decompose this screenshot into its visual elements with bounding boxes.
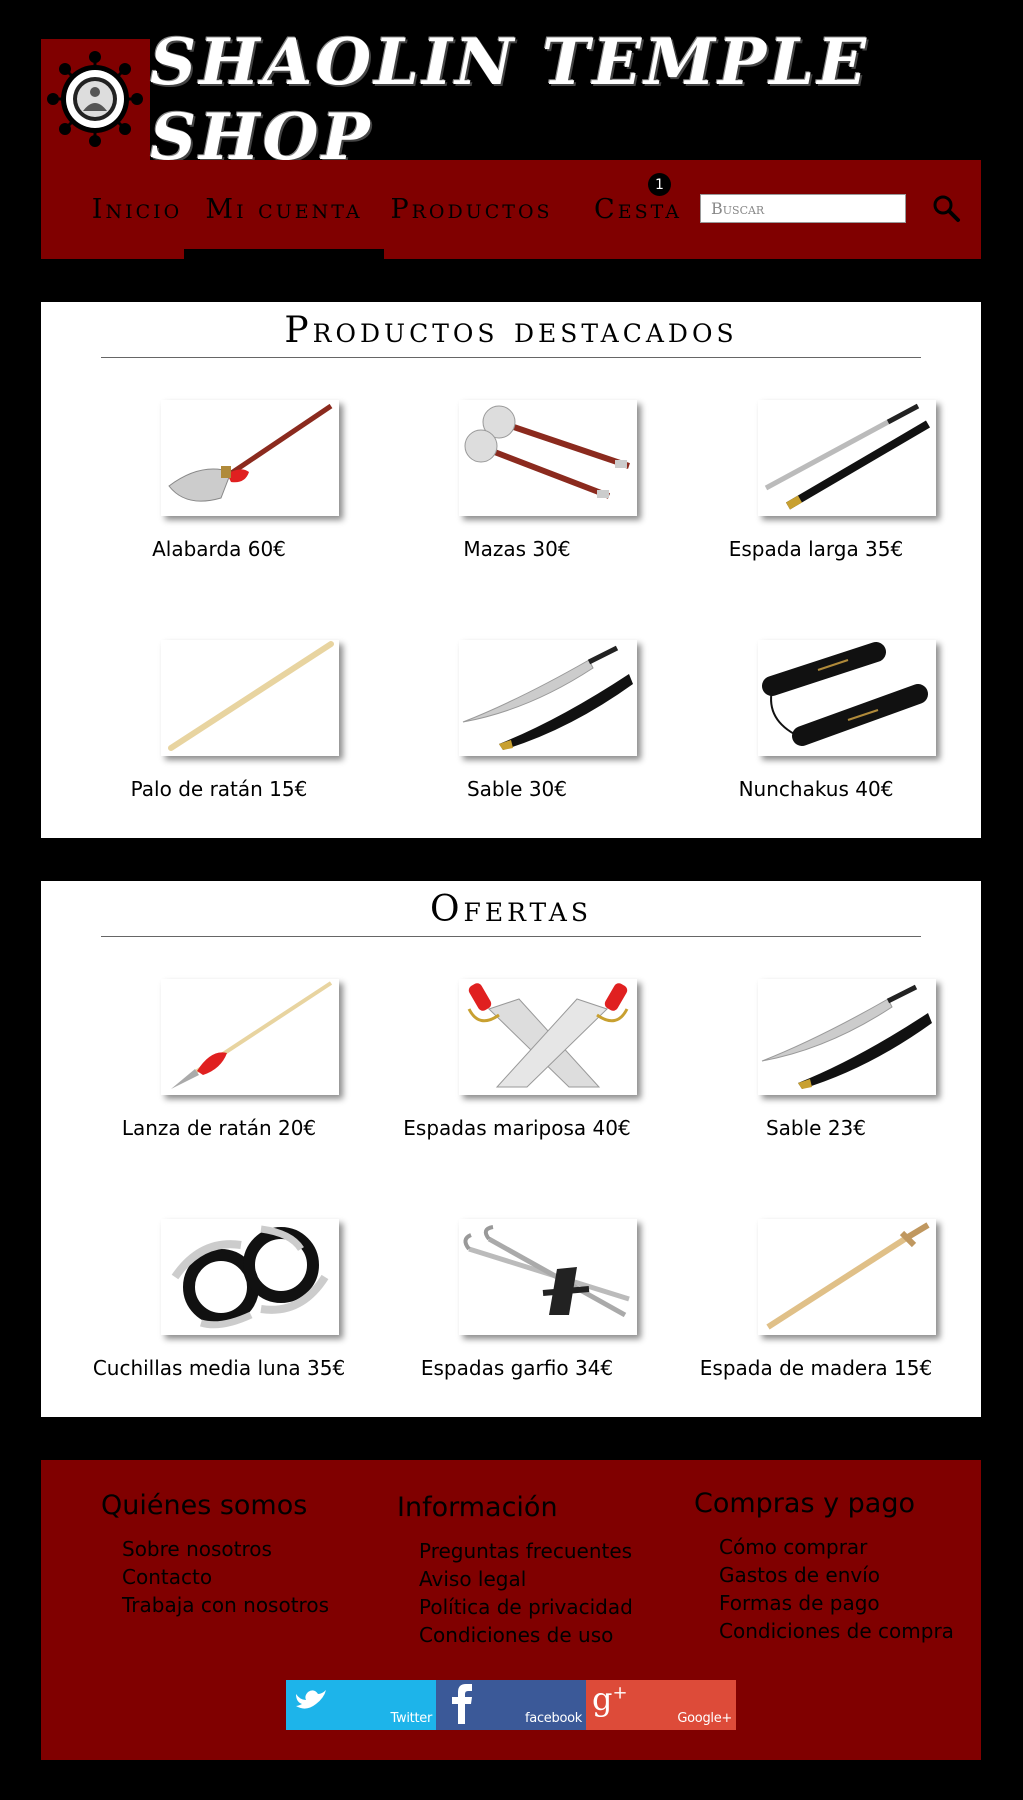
footer-heading: Compras y pago <box>694 1488 916 1519</box>
nav-item-label: Cesta <box>594 194 682 225</box>
nav-item-mi-cuenta[interactable]: Mi cuenta <box>184 160 384 259</box>
sabre-image <box>758 979 936 1095</box>
twitter-button[interactable]: Twitter <box>286 1680 436 1730</box>
footer: Quiénes somos Sobre nosotros Contacto Tr… <box>41 1460 981 1760</box>
product-card[interactable]: Espadas mariposa 40€ <box>377 979 657 1149</box>
site-title: Shaolin Temple Shop <box>150 24 869 175</box>
section-title: Ofertas <box>101 881 921 937</box>
google-plus-icon: g+ <box>592 1680 628 1718</box>
rattan-stick-image <box>161 640 339 756</box>
social-links: Twitter facebook g+ Google+ <box>286 1680 736 1730</box>
cart-count-badge: 1 <box>648 173 671 196</box>
nunchaku-image <box>758 640 936 756</box>
product-caption: Cuchillas media luna 35€ <box>92 1356 346 1380</box>
footer-link[interactable]: Formas de pago <box>719 1589 954 1617</box>
footer-link[interactable]: Preguntas frecuentes <box>419 1537 633 1565</box>
product-caption: Espadas mariposa 40€ <box>403 1116 631 1140</box>
nav-item-cesta[interactable]: Cesta <box>563 160 713 259</box>
main-nav: Inicio Mi cuenta Productos Cesta 1 <box>41 160 981 259</box>
search-icon <box>933 195 960 222</box>
footer-link[interactable]: Aviso legal <box>419 1565 633 1593</box>
social-label: facebook <box>525 1711 582 1726</box>
social-label: Google+ <box>677 1711 732 1726</box>
product-caption: Espada larga 35€ <box>728 537 904 561</box>
product-card[interactable]: Cuchillas media luna 35€ <box>79 1219 359 1389</box>
product-caption: Espadas garfio 34€ <box>420 1356 614 1380</box>
nav-item-label: Mi cuenta <box>205 194 363 225</box>
footer-link[interactable]: Política de privacidad <box>419 1593 633 1621</box>
google-plus-button[interactable]: g+ Google+ <box>586 1680 736 1730</box>
footer-column-info: Información Preguntas frecuentes Aviso l… <box>397 1492 633 1649</box>
facebook-button[interactable]: facebook <box>436 1680 586 1730</box>
footer-link[interactable]: Sobre nosotros <box>122 1535 329 1563</box>
section-title: Productos destacados <box>101 302 921 358</box>
maces-image <box>459 400 637 516</box>
nav-item-label: Inicio <box>91 194 183 225</box>
product-card[interactable]: Palo de ratán 15€ <box>79 640 359 810</box>
product-caption: Mazas 30€ <box>463 537 571 561</box>
product-caption: Alabarda 60€ <box>152 537 286 561</box>
sabre-image <box>459 640 637 756</box>
facebook-icon <box>452 1684 472 1724</box>
footer-column-purchases: Compras y pago Cómo comprar Gastos de en… <box>694 1488 954 1645</box>
offers-panel: Ofertas Lanza de ratán 20€ Espadas marip… <box>41 881 981 1417</box>
product-card[interactable]: Espadas garfio 34€ <box>377 1219 657 1389</box>
footer-link[interactable]: Gastos de envío <box>719 1561 954 1589</box>
footer-link[interactable]: Condiciones de compra <box>719 1617 954 1645</box>
product-card[interactable]: Alabarda 60€ <box>79 400 359 570</box>
nav-item-label: Productos <box>390 194 553 225</box>
rattan-spear-image <box>161 979 339 1095</box>
footer-link[interactable]: Contacto <box>122 1563 329 1591</box>
temple-logo-icon <box>47 51 143 147</box>
hook-swords-image <box>459 1219 637 1335</box>
product-card[interactable]: Sable 30€ <box>377 640 657 810</box>
product-caption: Sable 23€ <box>765 1116 867 1140</box>
footer-heading: Quiénes somos <box>101 1490 308 1521</box>
product-caption: Espada de madera 15€ <box>699 1356 933 1380</box>
featured-products-panel: Productos destacados Alabarda 60€ Mazas … <box>41 302 981 838</box>
butterfly-swords-image <box>459 979 637 1095</box>
footer-column-about: Quiénes somos Sobre nosotros Contacto Tr… <box>101 1490 329 1619</box>
footer-link[interactable]: Condiciones de uso <box>419 1621 633 1649</box>
logo[interactable] <box>41 39 150 160</box>
nav-item-productos[interactable]: Productos <box>374 160 569 259</box>
product-card[interactable]: Nunchakus 40€ <box>676 640 956 810</box>
footer-heading: Información <box>397 1492 558 1523</box>
product-caption: Lanza de ratán 20€ <box>121 1116 317 1140</box>
product-card[interactable]: Espada de madera 15€ <box>676 1219 956 1389</box>
product-card[interactable]: Espada larga 35€ <box>676 400 956 570</box>
product-caption: Sable 30€ <box>466 777 568 801</box>
product-caption: Palo de ratán 15€ <box>130 777 308 801</box>
product-card[interactable]: Lanza de ratán 20€ <box>79 979 359 1149</box>
footer-link[interactable]: Cómo comprar <box>719 1533 954 1561</box>
nav-item-inicio[interactable]: Inicio <box>77 160 197 259</box>
halberd-image <box>161 400 339 516</box>
long-sword-image <box>758 400 936 516</box>
search-button[interactable] <box>928 190 964 226</box>
footer-link[interactable]: Trabaja con nosotros <box>122 1591 329 1619</box>
product-caption: Nunchakus 40€ <box>738 777 894 801</box>
active-indicator <box>184 249 384 259</box>
product-card[interactable]: Sable 23€ <box>676 979 956 1149</box>
twitter-bird-icon <box>296 1690 326 1709</box>
half-moon-blades-image <box>161 1219 339 1335</box>
wooden-sword-image <box>758 1219 936 1335</box>
social-label: Twitter <box>390 1711 433 1726</box>
search-input[interactable] <box>700 194 906 223</box>
product-card[interactable]: Mazas 30€ <box>377 400 657 570</box>
